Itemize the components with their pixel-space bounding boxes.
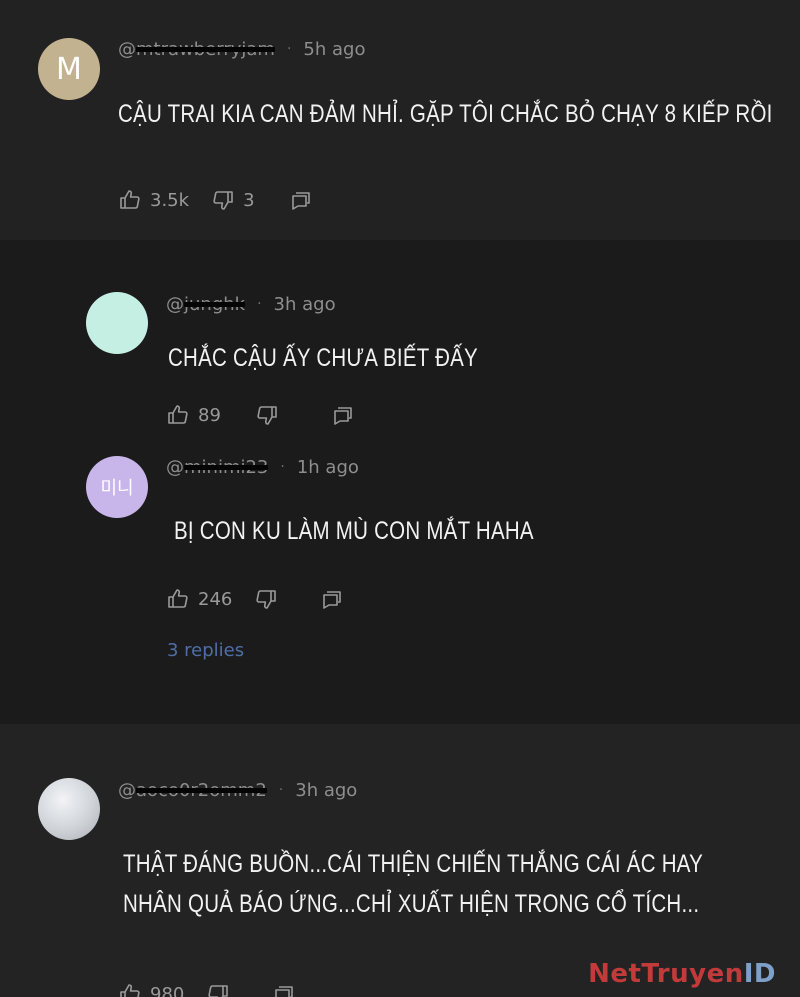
thumbs-down-icon bbox=[257, 406, 277, 425]
thumbs-up-icon bbox=[120, 190, 140, 209]
separator-dot: · bbox=[280, 459, 285, 475]
like-count: 246 bbox=[198, 588, 233, 610]
username-link[interactable]: @junghk bbox=[166, 294, 246, 315]
like-count: 89 bbox=[198, 404, 221, 426]
comment-text-line: THẬT ĐÁNG BUỒN...CÁI THIỆN CHIẾN THẮNG C… bbox=[123, 850, 704, 878]
comment-text-line: CHẮC CẬU ẤY CHƯA BIẾT ĐẤY bbox=[168, 344, 478, 372]
thumbs-up-icon bbox=[168, 589, 188, 608]
comment-panel-bottom: @aoco0r2omm2 · 3h ago THẬT ĐÁNG BUỒN...C… bbox=[0, 724, 800, 997]
thumbs-down-icon bbox=[208, 985, 229, 997]
comment-actions: 89 bbox=[166, 403, 355, 427]
avatar-initial: 미니 bbox=[100, 478, 134, 499]
separator-dot: · bbox=[278, 782, 284, 798]
like-button[interactable]: 3.5k bbox=[118, 188, 189, 212]
comment-text: THẬT ĐÁNG BUỒN...CÁI THIỆN CHIẾN THẮNG C… bbox=[123, 844, 703, 924]
reply-item: @junghk · 3h ago CHẮC CẬU ẤY CHƯA BIẾT Đ… bbox=[0, 240, 800, 440]
avatar[interactable] bbox=[86, 292, 148, 354]
reply-button[interactable] bbox=[331, 403, 355, 427]
dislike-button[interactable]: 3 bbox=[211, 188, 255, 212]
redaction-bar bbox=[184, 465, 269, 470]
username-link[interactable]: @minimi23 bbox=[166, 457, 269, 478]
like-button[interactable]: 980 bbox=[118, 982, 184, 997]
comment-header: @minimi23 · 1h ago bbox=[166, 454, 359, 480]
avatar-initial: M bbox=[56, 51, 82, 87]
comment-actions: 246 bbox=[166, 587, 344, 611]
thumbs-down-icon bbox=[213, 191, 233, 210]
comment-item: M @mtrawberryjam · 5h ago CẬU TRAI KIA C… bbox=[0, 0, 800, 240]
like-count: 3.5k bbox=[150, 189, 190, 211]
reply-icon bbox=[291, 192, 310, 210]
comment-item: @aoco0r2omm2 · 3h ago THẬT ĐÁNG BUỒN...C… bbox=[0, 724, 800, 997]
separator-dot: · bbox=[286, 41, 292, 57]
dislike-button[interactable] bbox=[255, 403, 279, 427]
replies-panel: @junghk · 3h ago CHẮC CẬU ẤY CHƯA BIẾT Đ… bbox=[0, 240, 800, 724]
dislike-button[interactable] bbox=[254, 587, 278, 611]
timestamp: 3h ago bbox=[273, 293, 336, 315]
comment-actions: 980 bbox=[118, 982, 296, 997]
comment-text-line: NHÂN QUẢ BÁO ỨNG...CHỈ XUẤT HIỆN TRONG C… bbox=[123, 890, 700, 918]
comment-text: BỊ CON KU LÀM MÙ CON MẮT HAHA bbox=[174, 511, 534, 551]
like-button[interactable]: 246 bbox=[166, 587, 232, 611]
comment-text: CẬU TRAI KIA CAN ĐẢM NHỈ. GẶP TÔI CHẮC B… bbox=[118, 94, 773, 134]
timestamp: 1h ago bbox=[296, 456, 359, 478]
username-link[interactable]: @aoco0r2omm2 bbox=[118, 780, 267, 801]
reply-item: 미니 @minimi23 · 1h ago BỊ CON KU LÀM MÙ C… bbox=[0, 440, 800, 670]
reply-button[interactable] bbox=[320, 587, 344, 611]
comment-actions: 3.5k 3 bbox=[118, 188, 313, 212]
avatar[interactable]: 미니 bbox=[86, 456, 148, 518]
comment-panel-top: M @mtrawberryjam · 5h ago CẬU TRAI KIA C… bbox=[0, 0, 800, 240]
comment-header: @junghk · 3h ago bbox=[166, 291, 336, 317]
like-count: 980 bbox=[150, 983, 185, 997]
thumbs-up-icon bbox=[168, 405, 188, 424]
redaction-bar bbox=[184, 302, 246, 307]
thumbs-down-icon bbox=[256, 590, 277, 609]
separator-dot: · bbox=[257, 296, 262, 312]
view-replies-link[interactable]: 3 replies bbox=[167, 640, 244, 661]
timestamp: 3h ago bbox=[295, 779, 358, 801]
dislike-button[interactable] bbox=[206, 982, 230, 997]
dislike-count: 3 bbox=[243, 189, 255, 211]
reply-icon bbox=[275, 986, 294, 997]
watermark-text-a: NetTruyen bbox=[588, 959, 744, 989]
comment-text-line: CẬU TRAI KIA CAN ĐẢM NHỈ. GẶP TÔI CHẮC B… bbox=[118, 100, 773, 128]
username-link[interactable]: @mtrawberryjam bbox=[118, 39, 275, 60]
avatar[interactable]: M bbox=[38, 38, 100, 100]
reply-button[interactable] bbox=[272, 982, 296, 997]
reply-icon bbox=[323, 591, 342, 609]
reply-icon bbox=[334, 407, 352, 425]
watermark-logo: NetTruyenID bbox=[588, 959, 776, 989]
timestamp: 5h ago bbox=[303, 38, 366, 60]
watermark-text-b: ID bbox=[743, 959, 776, 989]
comment-header: @aoco0r2omm2 · 3h ago bbox=[118, 777, 357, 803]
comment-text-line: BỊ CON KU LÀM MÙ CON MẮT HAHA bbox=[174, 517, 534, 545]
redaction-bar bbox=[136, 788, 267, 793]
redaction-bar bbox=[136, 47, 275, 52]
reply-button[interactable] bbox=[289, 188, 313, 212]
comments-page: M @mtrawberryjam · 5h ago CẬU TRAI KIA C… bbox=[0, 0, 800, 997]
thumbs-up-icon bbox=[120, 984, 140, 997]
comment-text: CHẮC CẬU ẤY CHƯA BIẾT ĐẤY bbox=[168, 338, 478, 378]
avatar[interactable] bbox=[38, 778, 100, 840]
like-button[interactable]: 89 bbox=[166, 403, 221, 427]
comment-header: @mtrawberryjam · 5h ago bbox=[118, 36, 365, 62]
